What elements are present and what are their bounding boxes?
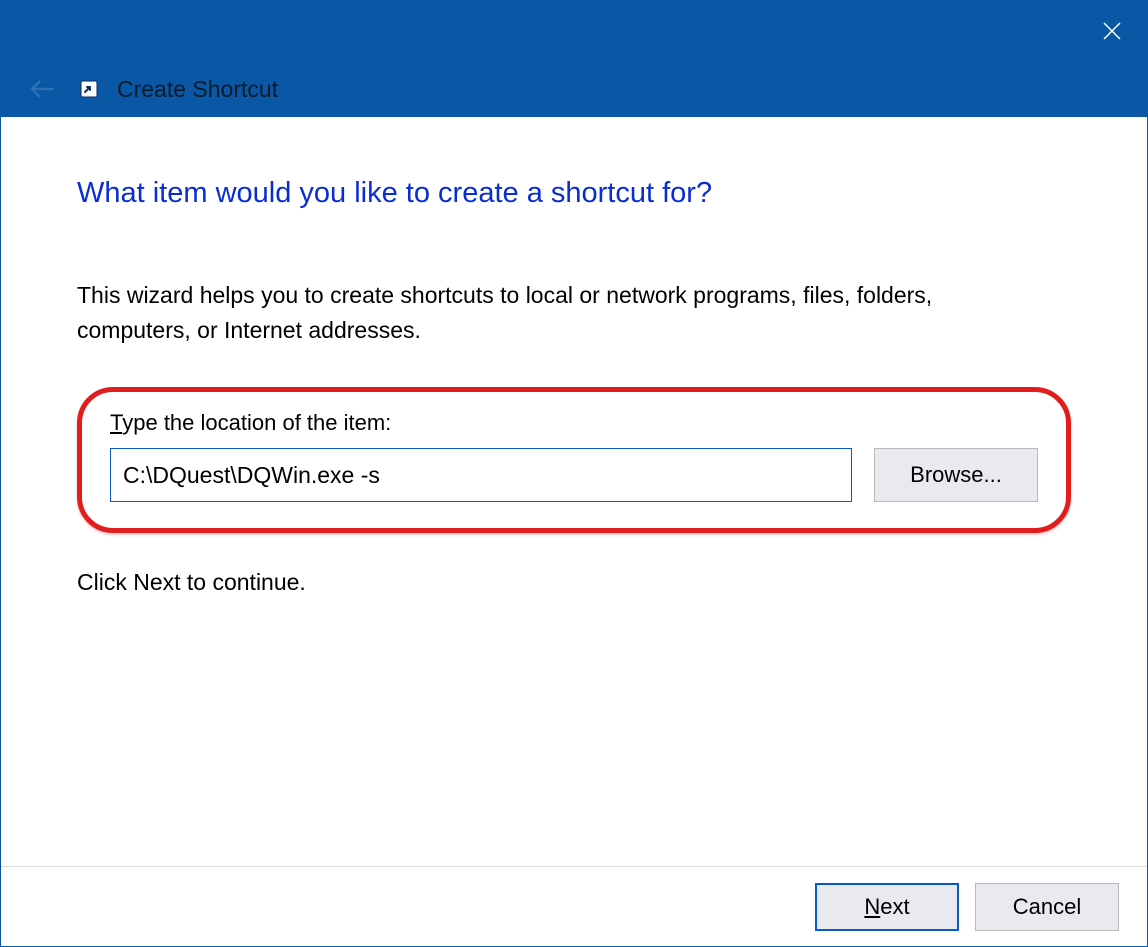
next-button[interactable]: Next bbox=[815, 883, 959, 931]
location-label-accel: T bbox=[110, 410, 122, 435]
footer-buttons: Next Cancel bbox=[1, 866, 1147, 946]
location-highlight-box: Type the location of the item: Browse... bbox=[77, 387, 1071, 533]
wizard-title: Create Shortcut bbox=[117, 76, 278, 103]
close-icon bbox=[1102, 21, 1122, 41]
shortcut-icon bbox=[79, 79, 99, 99]
next-accel: N bbox=[864, 894, 880, 919]
location-label-rest: ype the location of the item: bbox=[122, 410, 391, 435]
browse-button[interactable]: Browse... bbox=[874, 448, 1038, 502]
page-heading: What item would you like to create a sho… bbox=[77, 177, 1071, 210]
back-button[interactable] bbox=[25, 71, 61, 107]
location-input[interactable] bbox=[110, 448, 852, 502]
nav-row: Create Shortcut bbox=[1, 61, 1147, 117]
location-label: Type the location of the item: bbox=[110, 410, 1038, 436]
titlebar bbox=[1, 1, 1147, 61]
create-shortcut-window: Create Shortcut What item would you like… bbox=[0, 0, 1148, 947]
page-description: This wizard helps you to create shortcut… bbox=[77, 278, 1037, 347]
back-arrow-icon bbox=[28, 77, 58, 101]
next-rest: ext bbox=[880, 894, 909, 919]
content-area: What item would you like to create a sho… bbox=[1, 117, 1147, 866]
cancel-button[interactable]: Cancel bbox=[975, 883, 1119, 931]
location-input-row: Browse... bbox=[110, 448, 1038, 502]
close-button[interactable] bbox=[1087, 11, 1137, 51]
continue-text: Click Next to continue. bbox=[77, 569, 1071, 596]
